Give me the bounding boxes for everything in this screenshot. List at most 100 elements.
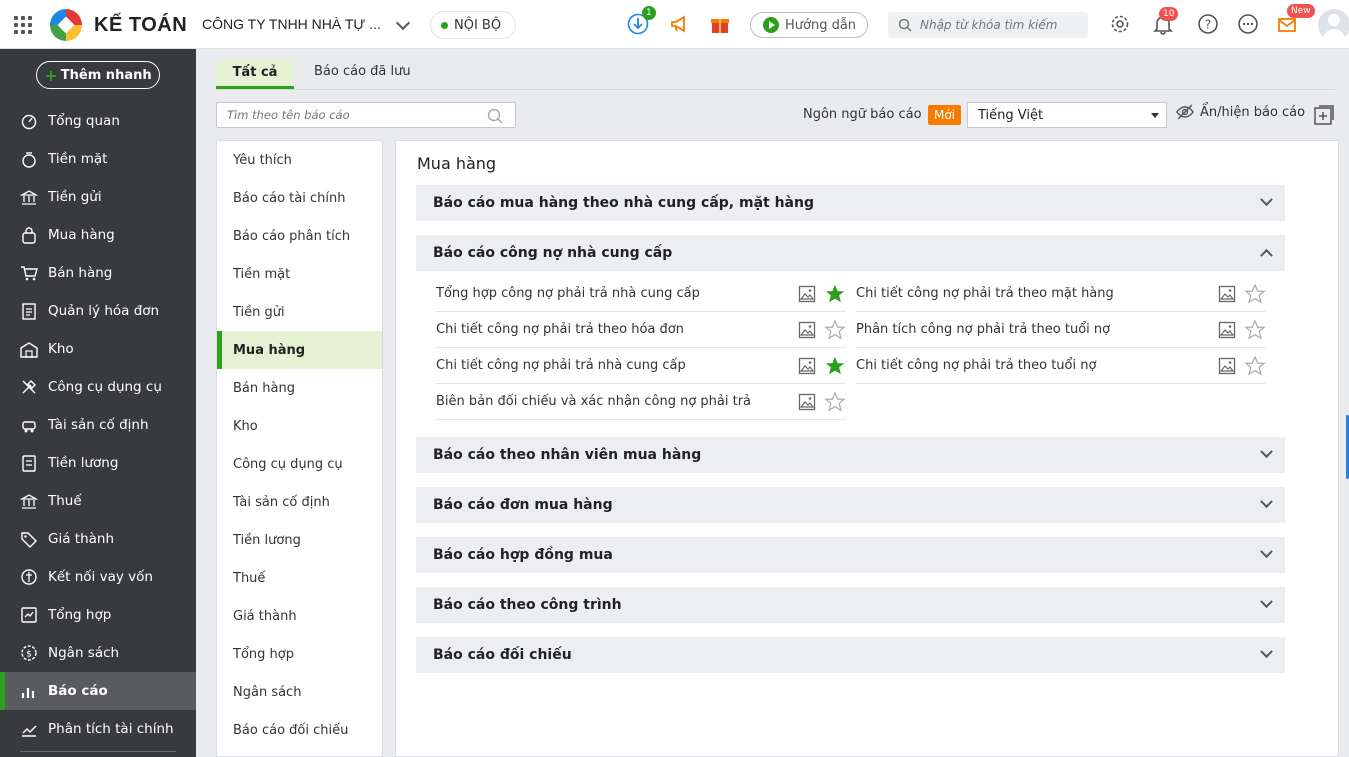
guide-button[interactable]: Hướng dẫn bbox=[750, 12, 868, 38]
report-item[interactable]: Chi tiết công nợ phải trả theo hóa đơn bbox=[436, 312, 846, 348]
report-link[interactable]: Chi tiết công nợ phải trả nhà cung cấp bbox=[436, 358, 686, 373]
star-outline-icon[interactable] bbox=[1244, 355, 1266, 381]
scope-chip[interactable]: NỘI BỘ bbox=[430, 11, 516, 39]
report-link[interactable]: Phân tích công nợ phải trả theo tuổi nợ bbox=[856, 322, 1110, 337]
global-search[interactable] bbox=[888, 12, 1088, 38]
star-outline-icon[interactable] bbox=[824, 319, 846, 345]
category-item[interactable]: Kho bbox=[217, 407, 382, 445]
report-group-header[interactable]: Báo cáo theo nhân viên mua hàng bbox=[416, 437, 1285, 473]
report-item[interactable]: Biên bản đối chiếu và xác nhận công nợ p… bbox=[436, 384, 846, 420]
user-avatar[interactable] bbox=[1318, 9, 1349, 41]
star-filled-icon[interactable] bbox=[824, 355, 846, 381]
chevron-down-icon[interactable] bbox=[1259, 597, 1273, 611]
sidebar-item[interactable]: Tài sản cố định bbox=[0, 406, 196, 444]
news-mail-icon[interactable]: New bbox=[1275, 4, 1315, 36]
language-select[interactable]: Tiếng Việt bbox=[967, 102, 1167, 128]
sidebar-item[interactable]: Tiền mặt bbox=[0, 140, 196, 178]
global-search-input[interactable] bbox=[920, 18, 1080, 32]
chevron-down-icon[interactable] bbox=[1259, 647, 1273, 661]
download-icon[interactable]: 1 bbox=[626, 6, 656, 36]
sidebar-item[interactable]: Công cụ dụng cụ bbox=[0, 368, 196, 406]
sidebar-item[interactable]: Tiền gửi bbox=[0, 178, 196, 216]
report-group-header[interactable]: Báo cáo theo công trình bbox=[416, 587, 1285, 623]
settings-gear-icon[interactable] bbox=[1108, 12, 1132, 36]
category-item[interactable]: Yêu thích bbox=[217, 141, 382, 179]
report-filter[interactable] bbox=[216, 102, 516, 128]
tools-icon bbox=[20, 378, 38, 396]
gift-icon[interactable] bbox=[708, 12, 732, 36]
category-item[interactable]: Báo cáo đối chiếu bbox=[217, 711, 382, 749]
report-link[interactable]: Chi tiết công nợ phải trả theo hóa đơn bbox=[436, 322, 684, 337]
report-preview-icon[interactable] bbox=[798, 357, 816, 379]
chevron-down-icon[interactable] bbox=[1259, 497, 1273, 511]
sidebar-item[interactable]: Quản lý hóa đơn bbox=[0, 292, 196, 330]
sidebar-item[interactable]: Mua hàng bbox=[0, 216, 196, 254]
sidebar-item[interactable]: Tổng quan bbox=[0, 102, 196, 140]
report-item[interactable]: Tổng hợp công nợ phải trả nhà cung cấp bbox=[436, 276, 846, 312]
star-filled-icon[interactable] bbox=[824, 283, 846, 309]
chevron-down-icon[interactable] bbox=[395, 15, 411, 31]
sidebar-item[interactable]: Tổng hợp bbox=[0, 596, 196, 634]
report-group-header[interactable]: Báo cáo công nợ nhà cung cấp bbox=[416, 235, 1285, 271]
chevron-down-icon[interactable] bbox=[1259, 195, 1273, 209]
report-link[interactable]: Chi tiết công nợ phải trả theo tuổi nợ bbox=[856, 358, 1096, 373]
report-preview-icon[interactable] bbox=[798, 285, 816, 307]
chevron-up-icon[interactable] bbox=[1259, 245, 1273, 259]
sidebar-item[interactable]: Báo cáo bbox=[0, 672, 196, 710]
category-item[interactable]: Bán hàng bbox=[217, 369, 382, 407]
category-item[interactable]: Báo cáo phân tích bbox=[217, 217, 382, 255]
report-group-header[interactable]: Báo cáo đối chiếu bbox=[416, 637, 1285, 673]
report-group-header[interactable]: Báo cáo đơn mua hàng bbox=[416, 487, 1285, 523]
tab-saved-reports[interactable]: Báo cáo đã lưu bbox=[314, 64, 411, 79]
category-item[interactable]: Báo cáo tài chính bbox=[217, 179, 382, 217]
star-outline-icon[interactable] bbox=[1244, 283, 1266, 309]
category-item[interactable]: Thuế bbox=[217, 559, 382, 597]
category-item[interactable]: Ngân sách bbox=[217, 673, 382, 711]
report-item[interactable]: Chi tiết công nợ phải trả nhà cung cấp bbox=[436, 348, 846, 384]
report-link[interactable]: Biên bản đối chiếu và xác nhận công nợ p… bbox=[436, 394, 751, 409]
report-link[interactable]: Tổng hợp công nợ phải trả nhà cung cấp bbox=[436, 286, 700, 301]
toggle-reports-button[interactable]: Ẩn/hiện báo cáo bbox=[1176, 104, 1305, 120]
megaphone-icon[interactable] bbox=[668, 12, 692, 36]
sidebar-item[interactable]: Bán hàng bbox=[0, 254, 196, 292]
report-preview-icon[interactable] bbox=[798, 321, 816, 343]
report-preview-icon[interactable] bbox=[1218, 357, 1236, 379]
star-outline-icon[interactable] bbox=[824, 391, 846, 417]
category-item[interactable]: Tiền gửi bbox=[217, 293, 382, 331]
report-preview-icon[interactable] bbox=[1218, 285, 1236, 307]
report-group-header[interactable]: Báo cáo mua hàng theo nhà cung cấp, mặt … bbox=[416, 185, 1285, 221]
sidebar-item[interactable]: $ Ngân sách bbox=[0, 634, 196, 672]
chevron-down-icon[interactable] bbox=[1259, 447, 1273, 461]
report-item[interactable]: Chi tiết công nợ phải trả theo mặt hàng bbox=[856, 276, 1266, 312]
notification-bell-icon[interactable]: 10 bbox=[1151, 7, 1179, 36]
report-group-header[interactable]: Báo cáo hợp đồng mua bbox=[416, 537, 1285, 573]
category-item[interactable]: Tiền mặt bbox=[217, 255, 382, 293]
category-item[interactable]: Tiền lương bbox=[217, 521, 382, 559]
more-options-icon[interactable] bbox=[1236, 12, 1260, 36]
category-item[interactable]: Giá thành bbox=[217, 597, 382, 635]
help-icon[interactable]: ? bbox=[1196, 12, 1220, 36]
add-report-icon[interactable] bbox=[1313, 104, 1335, 130]
star-outline-icon[interactable] bbox=[1244, 319, 1266, 345]
report-search-input[interactable] bbox=[227, 108, 477, 122]
sidebar-item[interactable]: Kho bbox=[0, 330, 196, 368]
category-item[interactable]: Mua hàng bbox=[217, 331, 382, 369]
app-grid-icon[interactable] bbox=[14, 16, 32, 34]
report-item[interactable]: Phân tích công nợ phải trả theo tuổi nợ bbox=[856, 312, 1266, 348]
quick-add-button[interactable]: + Thêm nhanh bbox=[36, 61, 160, 89]
sidebar-item[interactable]: Phân tích tài chính bbox=[0, 710, 196, 748]
category-item[interactable]: Công cụ dụng cụ bbox=[217, 445, 382, 483]
sidebar-item[interactable]: Kết nối vay vốn bbox=[0, 558, 196, 596]
category-item[interactable]: Tài sản cố định bbox=[217, 483, 382, 521]
tab-all[interactable]: Tất cả bbox=[216, 58, 294, 89]
chevron-down-icon[interactable] bbox=[1259, 547, 1273, 561]
report-item[interactable]: Chi tiết công nợ phải trả theo tuổi nợ bbox=[856, 348, 1266, 384]
report-preview-icon[interactable] bbox=[798, 393, 816, 415]
report-preview-icon[interactable] bbox=[1218, 321, 1236, 343]
sidebar-item[interactable]: Giá thành bbox=[0, 520, 196, 558]
sidebar-item[interactable]: Thuế bbox=[0, 482, 196, 520]
sidebar-item[interactable]: Tiền lương bbox=[0, 444, 196, 482]
company-name[interactable]: CÔNG TY TNHH NHÀ TỰ ... bbox=[202, 16, 381, 32]
report-link[interactable]: Chi tiết công nợ phải trả theo mặt hàng bbox=[856, 286, 1114, 301]
category-item[interactable]: Tổng hợp bbox=[217, 635, 382, 673]
